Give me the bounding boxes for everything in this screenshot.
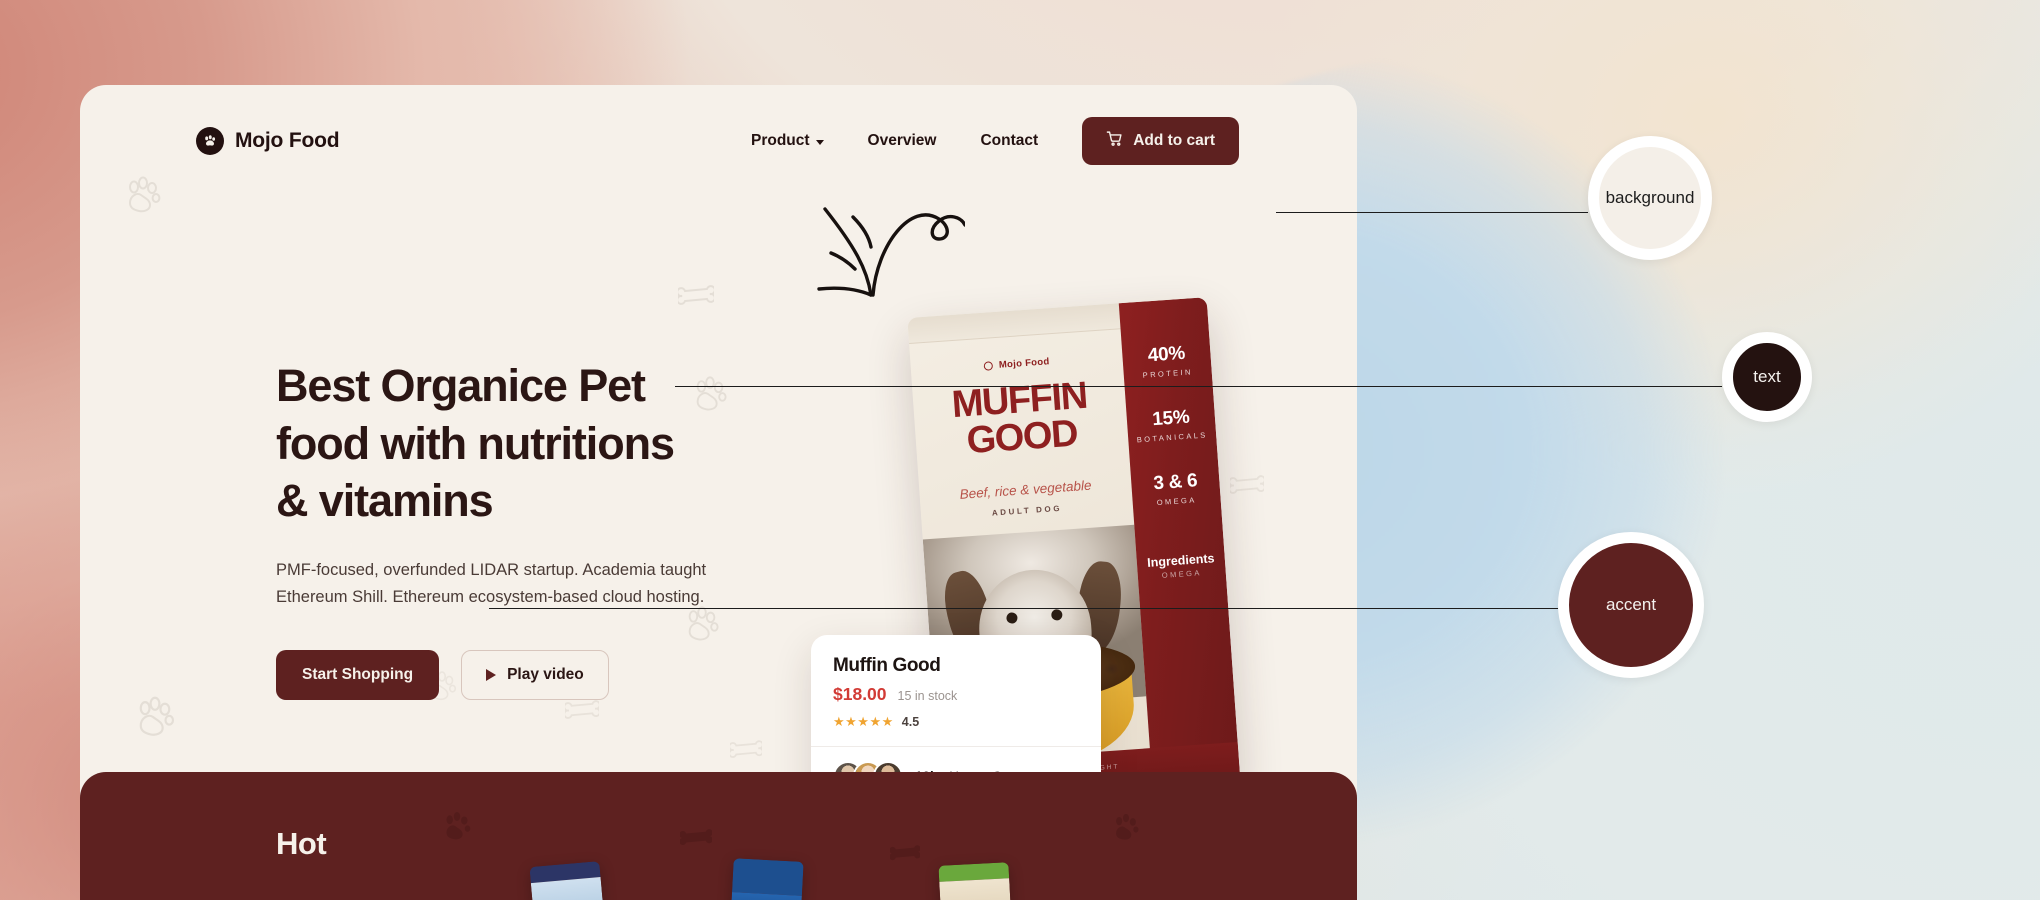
nutrition-value: 15%: [1151, 406, 1191, 431]
hot-section: Hot: [80, 772, 1357, 900]
annotation-swatch-accent: accent: [1558, 532, 1704, 678]
ingredients-sub: OMEGA: [1161, 568, 1203, 580]
nutrition-value: 40%: [1147, 342, 1186, 367]
annotation-label: text: [1753, 367, 1781, 386]
nutrition-fact: 40% PROTEIN: [1141, 342, 1194, 380]
product-price-row: $18.00 15 in stock: [833, 684, 1079, 705]
nav-link-label: Overview: [867, 132, 937, 149]
nutrition-key: PROTEIN: [1142, 367, 1194, 380]
nav-links: Product Overview Contact Add to cart: [729, 117, 1239, 165]
brand-logo[interactable]: Mojo Food: [196, 127, 340, 155]
annotation-label: background: [1605, 188, 1695, 207]
play-video-button[interactable]: Play video: [461, 650, 609, 701]
paw-print-icon: [122, 175, 164, 217]
star-rating-icons: ★★★★★: [833, 714, 894, 729]
paw-icon: [983, 361, 994, 371]
product-thumbnail[interactable]: [529, 861, 605, 900]
play-icon: [486, 669, 497, 682]
start-shopping-button[interactable]: Start Shopping: [276, 650, 440, 701]
paw-icon: [196, 127, 224, 155]
nav-link-label: Product: [750, 132, 810, 149]
nutrition-fact: 15% BOTANICALS: [1135, 405, 1208, 445]
product-title: Muffin Good: [833, 655, 941, 676]
brand-name: Mojo Food: [235, 129, 340, 152]
product-card-body: Muffin Good $18.00 15 in stock ★★★★★ 4.5: [811, 635, 1101, 746]
product-rating-row: ★★★★★ 4.5: [833, 714, 1079, 730]
nutrition-value: 3 & 6: [1152, 470, 1199, 495]
annotation-line-background: [1276, 212, 1588, 213]
bone-icon: [565, 700, 599, 721]
nav-link-label: Contact: [980, 132, 1039, 149]
cta-row: Start Shopping Play video: [276, 650, 796, 701]
annotation-swatch-background: background: [1588, 136, 1712, 260]
paw-print-icon: [440, 810, 474, 849]
paw-print-icon: [1110, 812, 1142, 849]
product-thumbnail[interactable]: [730, 858, 804, 900]
product-thumbnail[interactable]: [938, 862, 1012, 900]
nutrition-key: BOTANICALS: [1136, 430, 1208, 445]
nutrition-fact: 3 & 6 OMEGA: [1153, 470, 1199, 507]
add-to-cart-label: Add to cart: [1133, 132, 1215, 149]
hot-section-title: Hot: [276, 826, 327, 861]
hero-text-block: Best Organice Pet food with nutritions &…: [276, 357, 796, 701]
annotation-line-accent: [489, 608, 1558, 609]
chevron-down-icon: [815, 140, 824, 145]
bone-icon: [889, 844, 921, 868]
bone-icon: [730, 740, 762, 760]
add-to-cart-button[interactable]: Add to cart: [1082, 117, 1239, 165]
annotation-swatch-text: text: [1722, 332, 1812, 422]
nav-link-overview[interactable]: Overview: [846, 132, 959, 150]
top-navigation: Mojo Food Product Overview Contact Add t…: [80, 105, 1357, 177]
product-price: $18.00: [833, 684, 887, 704]
rating-value: 4.5: [901, 715, 920, 729]
bag-ingredients-block: Ingredients OMEGA: [1147, 551, 1216, 581]
paw-print-icon: [132, 695, 178, 741]
stock-status: 15 in stock: [897, 689, 958, 703]
hero-card: Mojo Food Product Overview Contact Add t…: [80, 85, 1357, 900]
page-title: Best Organice Pet food with nutritions &…: [276, 360, 675, 527]
hero-subtitle: PMF-focused, overfunded LIDAR startup. A…: [276, 560, 707, 606]
annotation-line-text: [675, 386, 1722, 387]
nutrition-key: OMEGA: [1156, 495, 1197, 508]
nav-link-contact[interactable]: Contact: [958, 132, 1060, 150]
play-video-label: Play video: [507, 666, 584, 684]
shopping-cart-icon: [1106, 130, 1123, 152]
bag-product-title: MUFFIN GOOD: [912, 375, 1129, 465]
bone-icon: [678, 285, 714, 307]
nav-link-product[interactable]: Product: [729, 132, 846, 150]
bone-icon: [679, 828, 713, 853]
annotation-label: accent: [1605, 595, 1657, 614]
